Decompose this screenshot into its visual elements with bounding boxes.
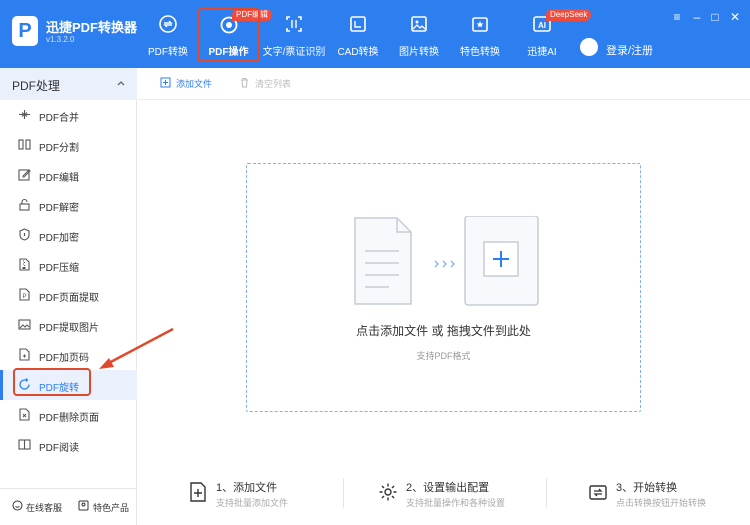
ocr-icon — [286, 16, 302, 32]
settings-gear-icon — [379, 483, 397, 501]
nav-label: 特色转换 — [460, 47, 500, 58]
sidebar-item-split[interactable]: PDF分割 — [0, 130, 137, 160]
sidebar-item-edit[interactable]: PDF编辑 — [0, 160, 137, 190]
sidebar-item-label: PDF分割 — [39, 143, 79, 154]
step-desc: 支持批量操作和各种设置 — [406, 498, 506, 508]
cad-icon — [350, 16, 366, 32]
split-icon — [18, 139, 31, 150]
annotation-highlight-box — [13, 368, 91, 396]
step-title: 2、设置输出配置 — [406, 482, 490, 494]
sidebar-item-label: PDF压缩 — [39, 263, 79, 274]
chevron-up-icon — [117, 81, 125, 86]
maximize-icon[interactable]: □ — [708, 10, 722, 24]
sidebar-item-merge[interactable]: PDF合并 — [0, 100, 137, 130]
featured-products-link[interactable]: 特色产品 — [93, 501, 129, 514]
add-file-icon — [160, 77, 171, 88]
product-icon — [78, 500, 89, 511]
sidebar-footer: 在线客服 特色产品 — [0, 488, 137, 525]
sidebar: PDF处理 PDF合并 PDF分割 PDF编辑 PDF解密 PDF加密 PDF压… — [0, 68, 137, 525]
trash-icon — [241, 78, 248, 88]
nav-pdf-convert[interactable]: PDF转换 — [140, 0, 196, 68]
nav-image[interactable]: 图片转换 — [394, 0, 444, 68]
file-drop-zone[interactable]: 点击添加文件 或 拖拽文件到此处 支持PDF格式 — [246, 163, 641, 412]
page-number-icon — [19, 348, 30, 361]
step-desc: 点击转换按钮开始转换 — [616, 498, 707, 508]
nav-label: 图片转换 — [399, 47, 439, 58]
page-extract-icon: P — [19, 288, 30, 301]
online-service-link[interactable]: 在线客服 — [26, 501, 62, 514]
image-extract-icon — [18, 319, 31, 330]
nav-ocr[interactable]: 文字/票证识别 — [260, 0, 328, 68]
step-divider — [546, 478, 547, 508]
sidebar-item-label: PDF解密 — [39, 203, 79, 214]
sidebar-item-label: PDF加密 — [39, 233, 79, 244]
start-convert-icon — [589, 485, 607, 500]
toolbar: 添加文件 清空列表 — [138, 68, 750, 100]
convert-icon — [159, 15, 177, 33]
merge-icon — [19, 110, 30, 119]
sidebar-item-delete-page[interactable]: PDF删除页面 — [0, 400, 137, 430]
sidebar-item-label: PDF删除页面 — [39, 413, 99, 424]
nav-cad[interactable]: CAD转换 — [333, 0, 383, 68]
drop-zone-instruction: 点击添加文件 或 拖拽文件到此处 — [356, 324, 531, 338]
minimize-icon[interactable]: – — [690, 10, 704, 24]
sidebar-item-label: PDF合并 — [39, 113, 79, 124]
drop-zone-format-hint: 支持PDF格式 — [416, 351, 471, 361]
login-register-link[interactable]: 登录/注册 — [606, 42, 653, 58]
step-desc: 支持批量添加文件 — [216, 498, 289, 508]
image-icon — [411, 16, 427, 32]
steps-bar: 1、添加文件 支持批量添加文件 2、设置输出配置 支持批量操作和各种设置 3、开… — [138, 470, 750, 516]
add-file-icon — [190, 482, 206, 502]
sidebar-item-compress[interactable]: PDF压缩 — [0, 250, 137, 280]
edit-icon — [18, 169, 31, 181]
app-version: v1.3.2.0 — [46, 35, 75, 44]
nav-label: CAD转换 — [337, 47, 379, 58]
sidebar-item-page-extract[interactable]: P PDF页面提取 — [0, 280, 137, 310]
step-divider — [343, 478, 344, 508]
read-icon — [18, 439, 31, 450]
sidebar-header[interactable]: PDF处理 — [0, 68, 137, 100]
app-logo: P — [12, 16, 38, 46]
annotation-arrow — [99, 327, 174, 369]
nav-label: 文字/票证识别 — [262, 47, 326, 58]
deepseek-badge: DeepSeek — [546, 9, 592, 21]
unlock-icon — [19, 198, 30, 211]
step-title: 1、添加文件 — [216, 482, 278, 494]
svg-text:AI: AI — [538, 21, 546, 30]
nav-special[interactable]: 特色转换 — [455, 0, 505, 68]
annotation-highlight-box — [197, 8, 260, 62]
sidebar-item-encrypt[interactable]: PDF加密 — [0, 220, 137, 250]
special-convert-icon — [472, 17, 488, 32]
sidebar-item-label: PDF加页码 — [39, 353, 89, 364]
top-bar: P 迅捷PDF转换器 v1.3.2.0 PDF转换 PDF操作 PDF编辑 文字… — [0, 0, 750, 68]
drop-illustration — [354, 216, 539, 306]
headset-icon — [12, 500, 23, 511]
step-title: 3、开始转换 — [616, 482, 678, 494]
delete-page-icon — [19, 408, 30, 421]
app-title: 迅捷PDF转换器 — [46, 20, 138, 35]
clear-list-button[interactable]: 清空列表 — [255, 77, 291, 90]
sidebar-header-label: PDF处理 — [12, 79, 61, 93]
sidebar-item-label: PDF阅读 — [39, 443, 79, 454]
sidebar-item-label: PDF编辑 — [39, 173, 79, 184]
nav-label: PDF转换 — [148, 47, 188, 58]
nav-label: 迅捷AI — [527, 47, 557, 58]
add-file-button[interactable]: 添加文件 — [176, 77, 212, 90]
shield-icon — [19, 228, 30, 241]
svg-text:P: P — [22, 294, 26, 300]
sidebar-item-read[interactable]: PDF阅读 — [0, 430, 137, 460]
compress-icon — [19, 258, 30, 271]
sidebar-item-label: PDF提取图片 — [39, 323, 99, 334]
avatar[interactable] — [580, 38, 598, 56]
sidebar-item-decrypt[interactable]: PDF解密 — [0, 190, 137, 220]
close-icon[interactable]: ✕ — [728, 10, 742, 24]
menu-icon[interactable]: ≡ — [670, 10, 684, 24]
sidebar-item-label: PDF页面提取 — [39, 293, 99, 304]
